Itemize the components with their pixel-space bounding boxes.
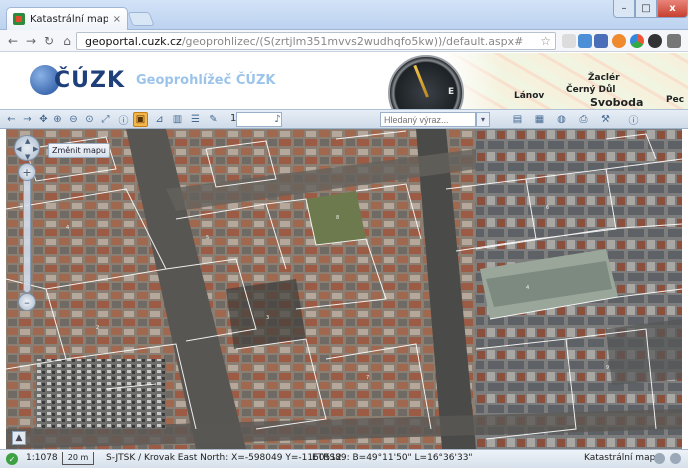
help-icon[interactable]: ⓘ (626, 112, 641, 127)
wrench-icon[interactable] (667, 34, 681, 48)
place-label: Pec (666, 95, 685, 105)
pan-left-icon[interactable]: ◀ (16, 145, 21, 153)
svg-text:2: 2 (96, 325, 99, 331)
print-icon[interactable]: ⎙ (576, 112, 591, 127)
globe-icon[interactable]: ◍ (554, 112, 569, 127)
svg-text:6: 6 (546, 205, 549, 211)
header-map-background: Žaclér Lánov Černý Důl Svoboda Pec (440, 53, 688, 109)
layers-icon[interactable]: ▤ (510, 112, 525, 127)
address-path: /geoprohlizec/(S(zrtjlm351mvvs2wudhqfo5k… (181, 34, 524, 48)
page-header: ČÚZK Geoprohlížeč ČÚZK Žaclér Lánov Čern… (0, 53, 688, 109)
identify-parcel-icon[interactable]: ▣ (133, 112, 148, 127)
new-tab-button[interactable] (127, 12, 155, 26)
back-icon[interactable]: ← (4, 112, 19, 127)
info-icon[interactable]: ⓘ (116, 112, 131, 127)
extension-window-icon[interactable] (594, 34, 608, 48)
svg-text:9: 9 (606, 365, 609, 371)
pan-down-icon[interactable]: ▼ (25, 153, 30, 161)
place-label: Svoboda (590, 96, 644, 109)
forward-icon[interactable]: → (20, 112, 35, 127)
bookmark-star-icon[interactable]: ☆ (540, 34, 551, 48)
tab-title: Katastrální mapa (30, 13, 108, 25)
extension-chrome-icon[interactable] (630, 34, 644, 48)
place-label: Lánov (514, 91, 545, 101)
svg-text:4: 4 (526, 285, 529, 291)
browser-navbar: ← → ↻ ⌂ geoportal.cuzk.cz/geoprohlizec/(… (0, 30, 688, 52)
status-ok-icon: ✓ (6, 453, 18, 465)
status-coordinates: S-JTSK / Krovak East North: X=-598049 Y=… (106, 453, 342, 463)
svg-text:7: 7 (366, 375, 369, 381)
browser-tab[interactable]: Katastrální mapa × (6, 7, 128, 30)
tab-close-icon[interactable]: × (113, 14, 121, 25)
extension-headphones-icon[interactable] (562, 34, 576, 48)
svg-text:3: 3 (266, 315, 269, 321)
status-button-a[interactable] (654, 453, 665, 464)
zoom-prev-icon[interactable]: ⊙ (82, 112, 97, 127)
svg-text:8: 8 (336, 215, 339, 221)
zoom-in-icon[interactable]: ⊕ (50, 112, 65, 127)
search-dropdown-button[interactable]: ▾ (476, 112, 490, 127)
status-etrs: ETRS89: B=49°11'50" L=16°36'33" (312, 453, 473, 463)
status-bar: ✓ 1:1078 20 m S-JTSK / Krovak East North… (0, 449, 688, 468)
pan-icon[interactable]: ✥ (36, 112, 51, 127)
address-bar[interactable]: geoportal.cuzk.cz/geoprohlizec/(S(zrtjlm… (76, 32, 556, 50)
change-map-button[interactable]: Změnit mapu (48, 143, 110, 158)
status-scalebar: 20 m (62, 452, 94, 465)
search-input[interactable] (380, 112, 476, 127)
address-host: geoportal.cuzk.cz (85, 34, 182, 48)
zoom-slider[interactable] (23, 175, 31, 293)
status-layer-name: Katastrální mapa (584, 453, 661, 463)
grid-icon[interactable]: ▦ (532, 112, 547, 127)
map-imagery: 4 5 8 6 4 3 7 9 2 (6, 129, 682, 449)
favicon-icon (13, 13, 25, 25)
cuzk-logo[interactable]: ČÚZK (30, 65, 125, 95)
map-toolbar: ← → ✥ ⊕ ⊖ ⊙ ⤢ ⓘ ▣ ⊿ ▥ ☰ ✎ 1: ♪ ▾ ▤ ▦ ◍ ⎙… (0, 109, 688, 129)
compass-east-label: E (448, 87, 455, 97)
measure-icon[interactable]: ⊿ (152, 112, 167, 127)
window-maximize-button[interactable]: □ (635, 0, 657, 18)
zoom-out-button[interactable]: – (18, 293, 36, 311)
map-navigation-widget: ▲ ▼ ◀ ▶ + – (14, 135, 40, 311)
browser-titlebar: Katastrální mapa × – □ x (0, 0, 688, 30)
full-extent-icon[interactable]: ⤢ (98, 112, 113, 127)
app-title: Geoprohlížeč ČÚZK (136, 73, 276, 88)
svg-text:5: 5 (206, 235, 209, 241)
reload-icon[interactable]: ↻ (40, 32, 58, 50)
compass-needle (413, 64, 429, 98)
cadastral-map[interactable]: 4 5 8 6 4 3 7 9 2 ▲ ▼ ◀ ▶ + – Změnit mapu ▲ (6, 129, 682, 449)
extension-face-icon[interactable] (612, 34, 626, 48)
status-scale: 1:1078 (26, 453, 58, 463)
zoom-out-icon[interactable]: ⊖ (66, 112, 81, 127)
extension-grid-icon[interactable] (578, 34, 592, 48)
forward-arrow-icon[interactable]: → (22, 32, 40, 50)
pan-up-icon[interactable]: ▲ (25, 137, 30, 145)
list-icon[interactable]: ☰ (188, 112, 203, 127)
pan-control[interactable]: ▲ ▼ ◀ ▶ (14, 135, 40, 161)
window-close-button[interactable]: x (657, 0, 688, 18)
back-arrow-icon[interactable]: ← (4, 32, 22, 50)
svg-text:4: 4 (66, 225, 69, 231)
status-button-b[interactable] (670, 453, 681, 464)
tools-icon[interactable]: ⚒ (598, 112, 613, 127)
place-label: Černý Důl (566, 85, 616, 95)
ruler-icon[interactable]: ▥ (170, 112, 185, 127)
settings-wrench-icon[interactable]: ✎ (206, 112, 221, 127)
collapse-up-icon[interactable]: ▲ (12, 431, 26, 445)
home-icon[interactable]: ⌂ (58, 32, 76, 50)
pan-right-icon[interactable]: ▶ (33, 145, 38, 153)
window-minimize-button[interactable]: – (613, 0, 635, 18)
zoom-in-button[interactable]: + (18, 163, 36, 181)
clock-icon[interactable] (648, 34, 662, 48)
microphone-icon[interactable]: ♪ (270, 112, 285, 127)
place-label: Žaclér (588, 73, 620, 83)
logo-text: ČÚZK (54, 67, 126, 93)
